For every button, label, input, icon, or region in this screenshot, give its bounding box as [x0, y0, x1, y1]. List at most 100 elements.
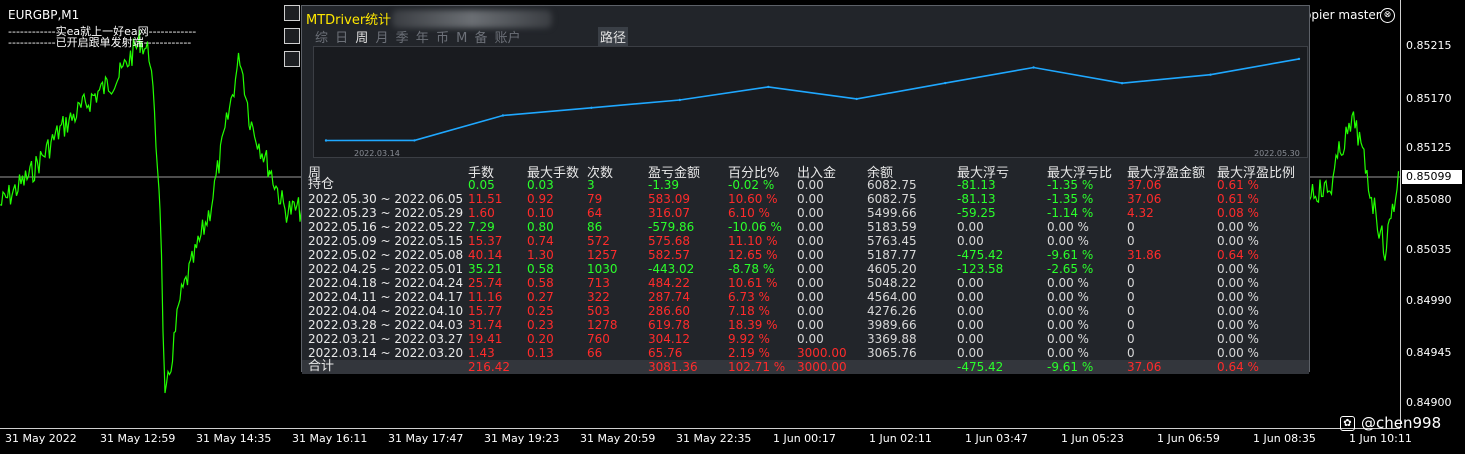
- cell-max-lots: 0.03: [527, 178, 554, 192]
- close-circle-icon[interactable]: ⊗: [1380, 8, 1395, 23]
- row-label: 合计: [308, 359, 335, 374]
- cell-profit: 575.68: [648, 234, 690, 248]
- cell-count: 64: [587, 206, 603, 220]
- cell-balance: 5499.66: [867, 206, 917, 220]
- cell-max-float-profit-ratio: 0.00 %: [1217, 346, 1259, 360]
- cell-max-float-loss: 0.00: [957, 290, 984, 304]
- cell-deposit: 0.00: [797, 234, 824, 248]
- cell-lots: 15.77: [468, 304, 503, 318]
- watermark-text: @chen998: [1361, 414, 1442, 432]
- cell-max-float-profit: 0: [1127, 346, 1135, 360]
- equity-start-date: 2022.03.14: [354, 149, 400, 158]
- row-label: 持仓: [308, 177, 335, 192]
- cell-max-lots: 0.13: [527, 346, 554, 360]
- cell-balance: 5187.77: [867, 248, 917, 262]
- cell-lots: 31.74: [468, 318, 503, 332]
- cell-profit: 484.22: [648, 276, 690, 290]
- total-row: 合计 216.42 3081.36 102.71 % 3000.00 -475.42 -9.…: [302, 360, 1309, 374]
- tab-year[interactable]: 年: [416, 27, 429, 46]
- price-tick: 0.84945: [1406, 346, 1452, 359]
- equity-point: [1032, 66, 1035, 69]
- cell-percent: 2.19 %: [728, 346, 770, 360]
- cell-profit: 3081.36: [648, 360, 698, 374]
- tab-month[interactable]: 月: [375, 27, 388, 46]
- tab-path[interactable]: 路径: [598, 27, 629, 46]
- cell-percent: 6.10 %: [728, 206, 770, 220]
- cell-count: 322: [587, 290, 610, 304]
- cell-balance: 4276.26: [867, 304, 917, 318]
- tab-day[interactable]: 日: [335, 27, 348, 46]
- price-tick: 0.85035: [1406, 243, 1452, 256]
- cell-max-float-profit-ratio: 0.61 %: [1217, 192, 1259, 206]
- cell-lots: 0.05: [468, 178, 495, 192]
- table-row: 2022.03.28 ~ 2022.04.03 31.74 0.23 1278 619.…: [302, 318, 1309, 332]
- cell-max-float-profit-ratio: 0.00 %: [1217, 262, 1259, 276]
- cell-balance: 6082.75: [867, 192, 917, 206]
- cell-count: 760: [587, 332, 610, 346]
- tab-magic[interactable]: M: [456, 31, 467, 46]
- cell-max-float-profit: 0: [1127, 220, 1135, 234]
- cell-balance: 5763.45: [867, 234, 917, 248]
- table-row: 2022.05.02 ~ 2022.05.08 40.14 1.30 1257 582.…: [302, 248, 1309, 262]
- cell-percent: 102.71 %: [728, 360, 786, 374]
- price-tick: 0.84900: [1406, 396, 1452, 409]
- panel-minimize-button[interactable]: [284, 5, 300, 21]
- cell-lots: 15.37: [468, 234, 503, 248]
- tab-note[interactable]: 备: [474, 27, 487, 46]
- cell-max-float-loss-ratio: -1.35 %: [1047, 178, 1094, 192]
- cell-deposit: 0.00: [797, 178, 824, 192]
- table-row: 2022.05.16 ~ 2022.05.22 7.29 0.80 86 -579.86…: [302, 220, 1309, 234]
- cell-percent: -10.06 %: [728, 220, 782, 234]
- cell-max-lots: 0.58: [527, 276, 554, 290]
- cell-max-lots: 0.25: [527, 304, 554, 318]
- holding-row: 持仓 0.05 0.03 3 -1.39 -0.02 % 0.00 6082.75 -81.13…: [302, 177, 1309, 193]
- equity-point: [1120, 82, 1124, 85]
- equity-curve-chart: 2022.03.14 2022.05.30: [313, 46, 1308, 158]
- cell-profit: 583.09: [648, 192, 690, 206]
- cell-max-lots: 0.23: [527, 318, 554, 332]
- cell-max-float-profit-ratio: 0.08 %: [1217, 206, 1259, 220]
- tab-account[interactable]: 账户: [495, 27, 521, 46]
- cell-lots: 25.74: [468, 276, 503, 290]
- cell-percent: 6.73 %: [728, 290, 770, 304]
- table-row: 2022.04.18 ~ 2022.04.24 25.74 0.58 713 484.2…: [302, 276, 1309, 290]
- cell-max-float-loss-ratio: -9.61 %: [1047, 360, 1094, 374]
- cell-count: 503: [587, 304, 610, 318]
- cell-max-float-loss: -123.58: [957, 262, 1004, 276]
- cell-deposit: 0.00: [797, 318, 824, 332]
- cell-max-lots: 0.80: [527, 220, 554, 234]
- panel-pin-button[interactable]: [284, 51, 300, 67]
- tab-quarter[interactable]: 季: [396, 27, 409, 46]
- symbol-title: EURGBP,M1: [8, 8, 80, 22]
- cell-max-float-loss: 0.00: [957, 234, 984, 248]
- panel-settings-button[interactable]: [284, 28, 300, 44]
- cell-percent: 10.60 %: [728, 192, 778, 206]
- cell-max-lots: 0.92: [527, 192, 554, 206]
- tab-overview[interactable]: 综: [315, 27, 328, 46]
- cell-max-float-profit: 37.06: [1127, 178, 1162, 192]
- panel-title: MTDriver统计: [306, 13, 392, 28]
- cell-max-float-profit: 0: [1127, 332, 1135, 346]
- row-label: 2022.05.16 ~ 2022.05.22: [308, 220, 464, 234]
- tab-currency[interactable]: 币: [436, 27, 449, 46]
- table-row: 2022.04.11 ~ 2022.04.17 11.16 0.27 322 287.7…: [302, 290, 1309, 304]
- cell-max-float-profit-ratio: 0.00 %: [1217, 276, 1259, 290]
- time-tick: 31 May 19:23: [484, 432, 560, 445]
- table-row: 2022.03.14 ~ 2022.03.20 1.43 0.13 66 65.76 2.…: [302, 346, 1309, 360]
- cell-profit: 619.78: [648, 318, 690, 332]
- tab-week[interactable]: 周: [355, 27, 368, 46]
- cell-max-lots: 0.74: [527, 234, 554, 248]
- redacted-area: [392, 10, 552, 28]
- table-row: 2022.05.23 ~ 2022.05.29 1.60 0.10 64 316.07 6…: [302, 206, 1309, 220]
- row-label: 2022.04.18 ~ 2022.04.24: [308, 276, 464, 290]
- cell-lots: 11.16: [468, 290, 503, 304]
- time-tick: 31 May 17:47: [388, 432, 464, 445]
- equity-series-line: [325, 58, 1300, 142]
- cell-max-float-profit-ratio: 0.00 %: [1217, 332, 1259, 346]
- cell-max-float-profit: 31.86: [1127, 248, 1162, 262]
- cell-profit: 286.60: [648, 304, 690, 318]
- cell-max-float-loss-ratio: -1.14 %: [1047, 206, 1094, 220]
- cell-count: 713: [587, 276, 610, 290]
- cell-max-float-loss-ratio: 0.00 %: [1047, 318, 1089, 332]
- cell-max-float-loss: 0.00: [957, 346, 984, 360]
